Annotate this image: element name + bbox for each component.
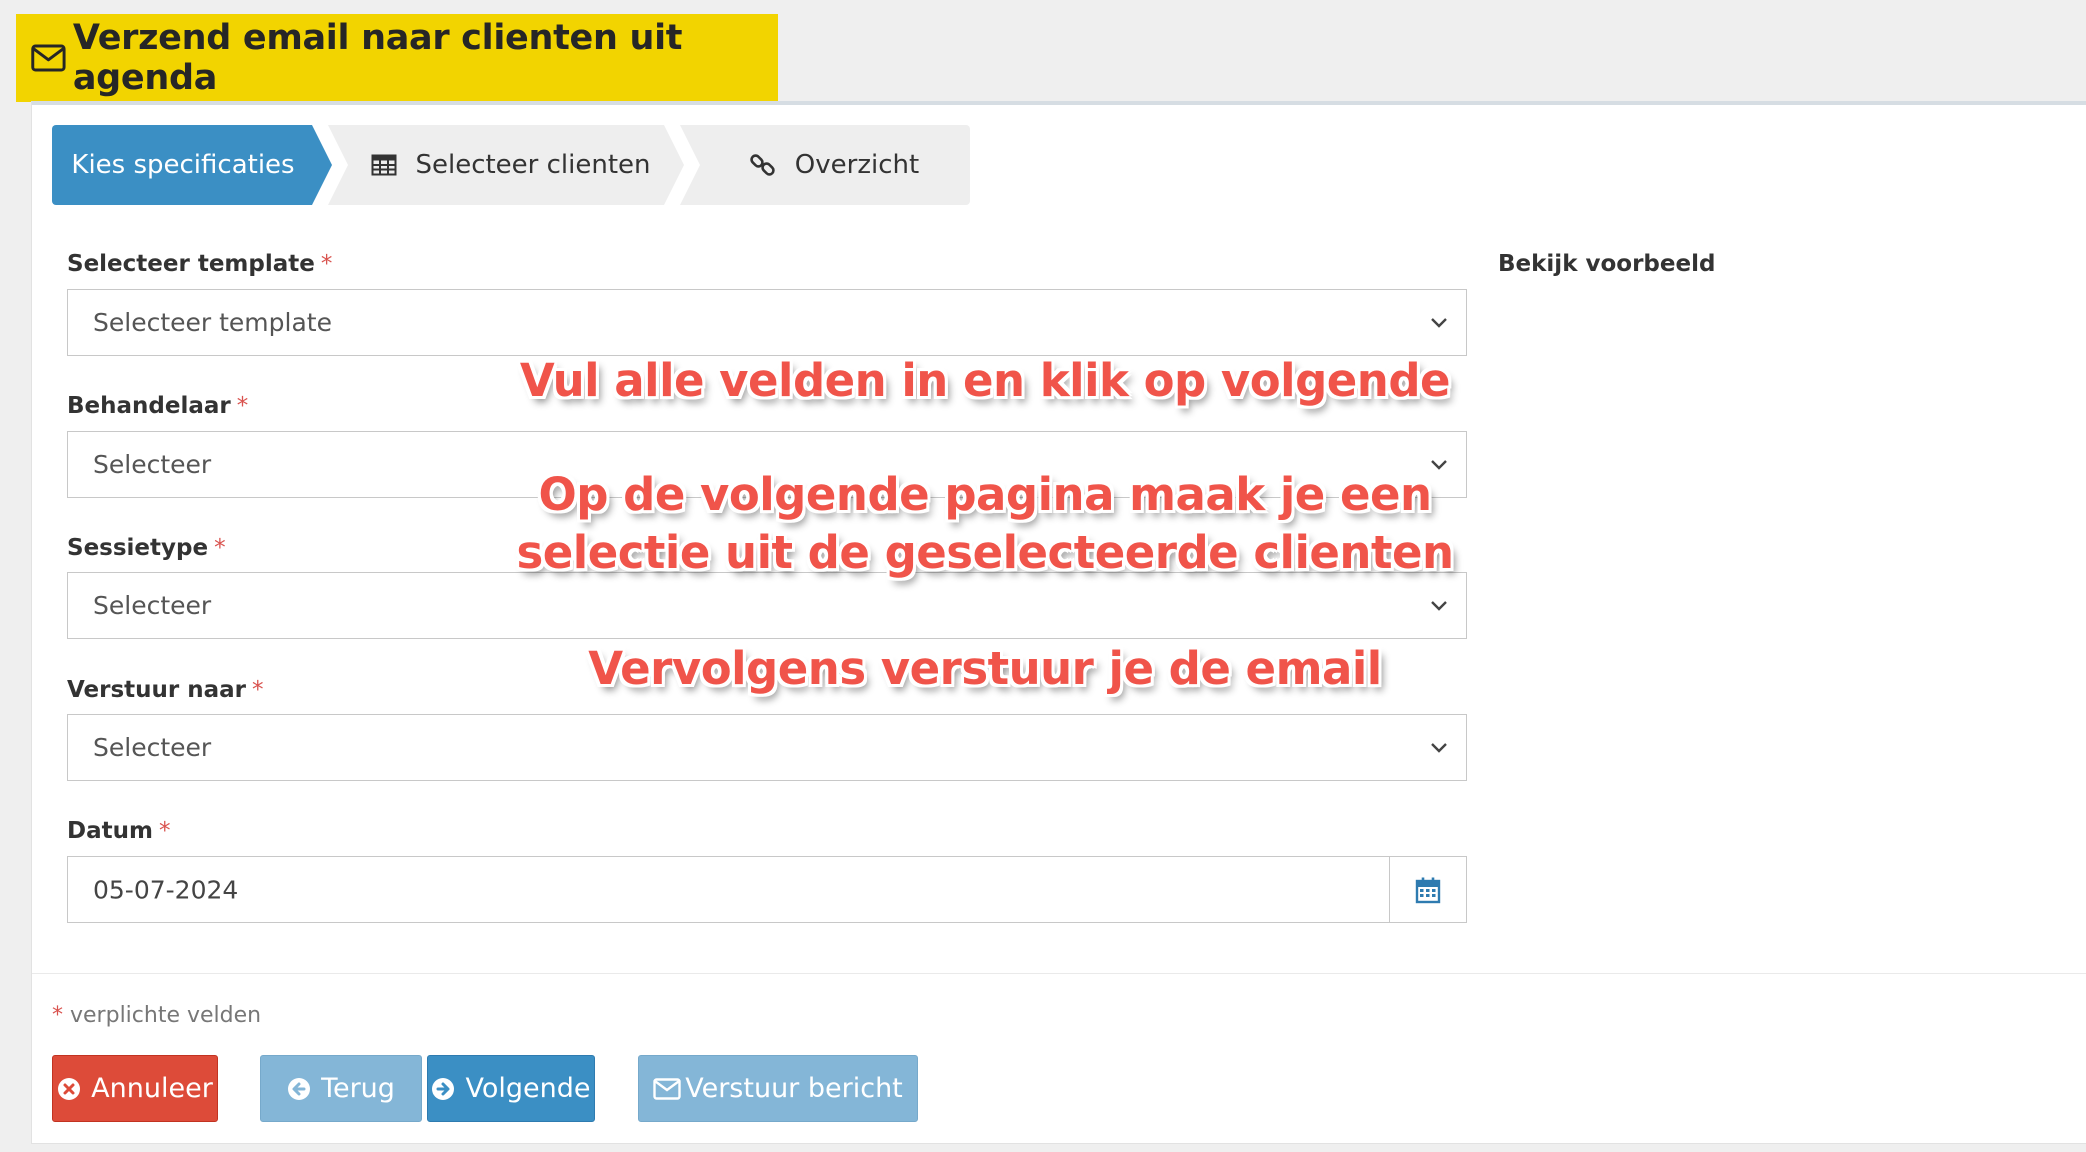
wizard-step-selecteer-clienten[interactable]: Selecteer clienten — [328, 125, 684, 205]
required-mark: * — [252, 677, 264, 703]
back-button-label: Terug — [321, 1073, 395, 1104]
preview-label: Bekijk voorbeeld — [1498, 251, 1716, 277]
datum-label-text: Datum — [67, 818, 153, 844]
table-icon — [371, 154, 397, 176]
calendar-icon — [1415, 877, 1441, 903]
verstuur-naar-select-value: Selecteer — [93, 733, 212, 762]
close-circle-icon — [58, 1077, 81, 1100]
sessietype-label: Sessietype * — [67, 535, 226, 561]
datum-input-value: 05-07-2024 — [93, 875, 239, 904]
sessietype-select-value: Selecteer — [93, 591, 212, 620]
behandelaar-label-text: Behandelaar — [67, 393, 231, 419]
wizard-step-kies-specificaties[interactable]: Kies specificaties — [52, 125, 332, 205]
chevron-down-icon — [1431, 317, 1447, 328]
page-title: Verzend email naar clienten uit agenda — [72, 18, 683, 98]
link-icon — [750, 154, 775, 176]
arrow-right-circle-icon — [432, 1077, 455, 1100]
wizard-step-overzicht[interactable]: Overzicht — [680, 125, 970, 205]
sessietype-label-text: Sessietype — [67, 535, 209, 561]
required-mark: * — [320, 251, 333, 277]
wizard-step-label: Kies specificaties — [71, 150, 295, 180]
required-fields-note: * verplichte velden — [52, 1003, 261, 1028]
wizard-step-label: Selecteer clienten — [415, 150, 651, 180]
page-header: Verzend email naar clienten uit agenda — [16, 14, 778, 102]
behandelaar-label: Behandelaar * — [67, 393, 248, 419]
required-mark: * — [236, 393, 249, 419]
sessietype-select[interactable]: Selecteer — [67, 572, 1467, 639]
cancel-button[interactable]: Annuleer — [52, 1055, 218, 1122]
footer-divider — [32, 973, 2086, 974]
annotation-instruction-2a: Op de volgende pagina maak je een — [538, 468, 1432, 521]
calendar-button[interactable] — [1389, 857, 1466, 922]
cancel-button-label: Annuleer — [91, 1073, 213, 1104]
envelope-icon — [31, 44, 66, 72]
next-button[interactable]: Volgende — [427, 1055, 595, 1122]
required-mark: * — [158, 818, 171, 844]
send-message-button[interactable]: Verstuur bericht — [638, 1055, 918, 1122]
verstuur-naar-label-text: Verstuur naar — [67, 677, 247, 703]
verstuur-naar-select[interactable]: Selecteer — [67, 714, 1467, 781]
annotation-instruction-3: Vervolgens verstuur je de email — [588, 642, 1382, 695]
template-select[interactable]: Selecteer template — [67, 289, 1467, 356]
arrow-left-circle-icon — [288, 1077, 311, 1100]
required-mark: * — [214, 535, 226, 561]
send-message-button-label: Verstuur bericht — [685, 1073, 903, 1104]
datum-label: Datum * — [67, 818, 170, 844]
next-button-label: Volgende — [465, 1073, 591, 1104]
verstuur-naar-label: Verstuur naar * — [67, 677, 264, 703]
required-note-text: verplichte velden — [70, 1003, 262, 1028]
envelope-icon — [653, 1077, 681, 1100]
template-select-value: Selecteer template — [93, 308, 332, 337]
annotation-instruction-1: Vul alle velden in en klik op volgende — [519, 354, 1451, 407]
template-label-text: Selecteer template — [67, 251, 315, 277]
template-label: Selecteer template * — [67, 251, 332, 277]
back-button[interactable]: Terug — [260, 1055, 422, 1122]
datum-input[interactable]: 05-07-2024 — [67, 856, 1467, 923]
required-mark: * — [52, 1003, 63, 1028]
wizard-step-label: Overzicht — [794, 150, 920, 180]
chevron-down-icon — [1431, 600, 1447, 611]
chevron-down-icon — [1431, 742, 1447, 753]
annotation-instruction-2b: selectie uit de geselecteerde clienten — [516, 526, 1454, 579]
behandelaar-select-value: Selecteer — [93, 450, 212, 479]
